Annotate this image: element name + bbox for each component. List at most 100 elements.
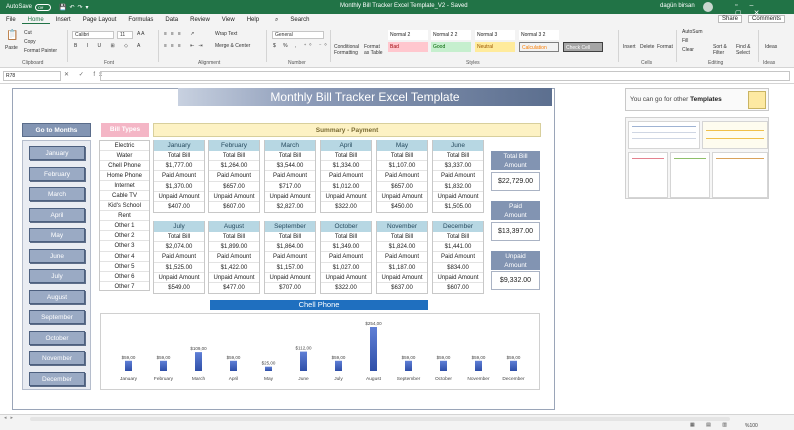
paid-amount-value[interactable]: $13,397.00 — [491, 222, 540, 241]
quick-access-icons[interactable]: 💾↶↷▾ — [59, 4, 92, 11]
delete-cells-button[interactable]: Delete — [640, 44, 654, 50]
nav-january-button[interactable]: January — [29, 146, 85, 160]
nav-august-button[interactable]: August — [29, 289, 85, 304]
paid-amount-value[interactable]: $1,157.00 — [265, 263, 315, 273]
total-bill-value[interactable]: $1,349.00 — [321, 242, 371, 253]
sheet-nav-icons[interactable]: ◂▸ — [4, 415, 17, 421]
unpaid-amount-value[interactable]: $322.00 — [321, 283, 371, 293]
total-bill-value[interactable]: $1,899.00 — [209, 242, 259, 253]
align-top-icons[interactable]: ≡≡≡ ↗ — [164, 31, 198, 37]
number-format-icons[interactable]: $ % , ⁺⁰ ⁻⁰ — [273, 43, 329, 49]
number-format-select[interactable]: General — [272, 31, 324, 39]
view-mode-icons[interactable]: ▦ ▤ ▥ — [690, 422, 732, 428]
total-bill-value[interactable]: $1,264.00 — [209, 161, 259, 172]
total-bill-value[interactable]: $1,107.00 — [377, 161, 427, 172]
paid-amount-value[interactable]: $1,027.00 — [321, 263, 371, 273]
paid-amount-value[interactable]: $1,012.00 — [321, 182, 371, 192]
bar-april[interactable] — [230, 360, 237, 371]
align-icons[interactable]: ≡≡≡ ⇤⇥ — [164, 43, 207, 49]
paid-amount-value[interactable]: $1,187.00 — [377, 263, 427, 273]
bar-august[interactable] — [370, 327, 377, 371]
bill-type[interactable]: Other 4 — [100, 252, 149, 262]
name-box[interactable]: R78 — [3, 71, 61, 81]
format-cells-button[interactable]: Format — [657, 44, 673, 50]
bar-october[interactable] — [440, 360, 447, 371]
bill-type[interactable]: Other 1 — [100, 221, 149, 232]
bar-december[interactable] — [510, 360, 517, 371]
total-bill-value[interactable]: $3,337.00 — [433, 161, 483, 172]
nav-april-button[interactable]: April — [29, 207, 85, 222]
bill-type[interactable]: Other 7 — [100, 282, 149, 292]
font-name-select[interactable]: Calibri — [72, 31, 114, 39]
paid-amount-value[interactable]: $1,422.00 — [209, 263, 259, 273]
nav-december-button[interactable]: December — [29, 371, 85, 386]
bill-type[interactable]: Home Phone — [100, 171, 149, 182]
total-bill-value[interactable]: $1,334.00 — [321, 161, 371, 172]
paid-amount-value[interactable]: $834.00 — [433, 263, 483, 273]
unpaid-amount-value[interactable]: $607.00 — [209, 202, 259, 212]
style-normal-2-2[interactable]: Normal 2 2 — [431, 30, 471, 40]
unpaid-amount-value[interactable]: $549.00 — [154, 283, 204, 293]
tab-formulas[interactable]: Formulas — [122, 17, 159, 23]
total-bill-value[interactable]: $1,777.00 — [154, 161, 204, 172]
search-label[interactable]: Search — [284, 17, 315, 23]
nav-november-button[interactable]: November — [29, 351, 85, 365]
bar-january[interactable] — [125, 360, 132, 371]
autosave-toggle[interactable]: Off — [35, 3, 52, 11]
paid-amount-value[interactable]: $1,832.00 — [433, 182, 483, 192]
paid-amount-value[interactable]: $657.00 — [209, 182, 259, 192]
fill-button[interactable]: Fill — [682, 38, 688, 44]
templates-ad[interactable]: You can go for other Templates — [625, 88, 769, 111]
find-select-button[interactable]: Find & Select — [736, 44, 756, 56]
total-bill-value[interactable]: $1,864.00 — [265, 242, 315, 253]
total-bill-value[interactable]: $1,824.00 — [377, 242, 427, 253]
bar-march[interactable] — [195, 352, 202, 371]
unpaid-amount-value[interactable]: $477.00 — [209, 283, 259, 293]
style-good[interactable]: Good — [431, 42, 471, 52]
style-neutral[interactable]: Neutral — [475, 42, 515, 52]
merge-center-button[interactable]: Merge & Center — [215, 43, 250, 49]
tab-file[interactable]: File — [0, 17, 22, 23]
paste-icon[interactable]: 📋 — [6, 30, 18, 41]
zoom-level[interactable]: %100 — [745, 423, 758, 429]
tab-insert[interactable]: Insert — [50, 17, 77, 23]
unpaid-amount-value[interactable]: $407.00 — [154, 202, 204, 212]
nav-june-button[interactable]: June — [29, 248, 85, 263]
nav-september-button[interactable]: September — [29, 310, 85, 324]
worksheet[interactable]: Monthly Bill Tracker Excel Template Go t… — [0, 84, 794, 414]
bill-type[interactable]: Other 5 — [100, 262, 149, 272]
bill-type[interactable]: Other 2 — [100, 231, 149, 242]
bill-type[interactable]: Rent — [100, 211, 149, 222]
tab-page-layout[interactable]: Page Layout — [77, 17, 123, 23]
unpaid-amount-value[interactable]: $637.00 — [377, 283, 427, 293]
style-calculation[interactable]: Calculation — [519, 42, 559, 52]
bill-type[interactable]: Electric — [100, 141, 149, 152]
copy-button[interactable]: Copy — [24, 39, 36, 45]
nav-may-button[interactable]: May — [29, 228, 85, 242]
unpaid-amount-value[interactable]: $607.00 — [433, 283, 483, 293]
style-normal-3-2[interactable]: Normal 3 2 — [519, 30, 559, 40]
unpaid-amount-value[interactable]: $450.00 — [377, 202, 427, 212]
insert-cells-button[interactable]: Insert — [623, 44, 636, 50]
thumbnail-2[interactable] — [702, 121, 768, 149]
sort-filter-button[interactable]: Sort & Filter — [713, 44, 735, 56]
tab-view[interactable]: View — [216, 17, 241, 23]
style-bad[interactable]: Bad — [388, 42, 428, 52]
unpaid-amount-value[interactable]: $9,332.00 — [491, 271, 540, 290]
paste-button[interactable]: Paste — [5, 45, 18, 51]
style-normal-3[interactable]: Normal 3 — [475, 30, 515, 40]
bill-type[interactable]: Chell Phone — [100, 161, 149, 172]
bill-type[interactable]: Other 3 — [100, 241, 149, 252]
ideas-button[interactable]: Ideas — [765, 44, 777, 50]
wrap-text-button[interactable]: Wrap Text — [215, 31, 237, 37]
unpaid-amount-value[interactable]: $707.00 — [265, 283, 315, 293]
unpaid-amount-value[interactable]: $2,827.00 — [265, 202, 315, 212]
clear-button[interactable]: Clear — [682, 47, 694, 53]
format-painter-button[interactable]: Format Painter — [24, 48, 57, 54]
bill-type[interactable]: Water — [100, 151, 149, 162]
nav-march-button[interactable]: March — [29, 187, 85, 201]
paid-amount-value[interactable]: $657.00 — [377, 182, 427, 192]
format-as-table-button[interactable]: Format as Table — [364, 44, 386, 56]
unpaid-amount-value[interactable]: $1,505.00 — [433, 202, 483, 212]
font-style-icons[interactable]: B I U ⊞ ◇ A — [74, 43, 144, 49]
